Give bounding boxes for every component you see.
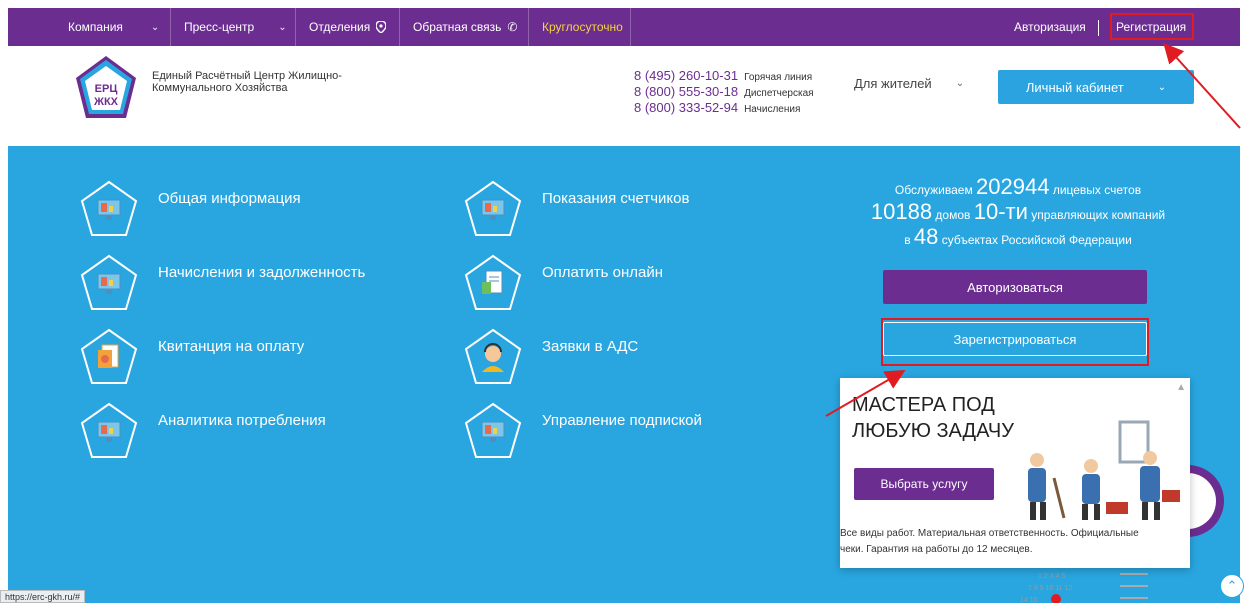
page: Компания ⌄ Пресс-центр ⌄ Отделения Обрат… bbox=[0, 0, 1244, 603]
stats-text: субъектах Российской Федерации bbox=[941, 233, 1132, 247]
nav-company[interactable]: Компания ⌄ bbox=[54, 8, 173, 46]
menu-item-pay-online[interactable]: Оплатить онлайн bbox=[464, 254, 663, 312]
document-icon bbox=[464, 254, 522, 310]
chevron-down-icon: ⌄ bbox=[955, 78, 965, 89]
org-name: Единый Расчётный Центр Жилищно-Коммуналь… bbox=[152, 70, 342, 94]
header: ЕРЦ ЖКХ Единый Расчётный Центр Жилищно-К… bbox=[8, 46, 1240, 146]
highlight-box bbox=[881, 318, 1149, 366]
stats-number: 202944 bbox=[976, 174, 1050, 199]
menu-item-label: Оплатить онлайн bbox=[542, 264, 664, 281]
phone-label: Горячая линия bbox=[744, 72, 813, 83]
phone-icon: ✆ bbox=[507, 20, 518, 34]
stats-text: управляющих компаний bbox=[1031, 208, 1166, 222]
phone-label: Начисления bbox=[744, 104, 801, 115]
ad-banner[interactable]: МАСТЕРА ПОД ЛЮБУЮ ЗАДАЧУ Выбрать услугу … bbox=[840, 378, 1190, 568]
menu-item-label: Аналитика потребления bbox=[158, 412, 326, 429]
nav-offices-label: Отделения bbox=[309, 20, 371, 34]
nav-login-label: Авторизация bbox=[1014, 20, 1086, 34]
nav-allday-label: Круглосуточно bbox=[542, 20, 623, 34]
monitor-chart-icon bbox=[80, 254, 138, 310]
svg-text:1 2 3 4 5: 1 2 3 4 5 bbox=[1038, 573, 1065, 580]
status-bar-url: https://erc-gkh.ru/# bbox=[0, 590, 86, 603]
stats-text: Обслуживаем bbox=[894, 183, 973, 197]
nav-offices[interactable]: Отделения bbox=[295, 8, 400, 46]
receipt-icon bbox=[80, 328, 138, 384]
residents-dropdown[interactable]: Для жителей ⌄ bbox=[854, 76, 964, 91]
phone-number[interactable]: 8 (800) 333-52-94 bbox=[634, 100, 738, 115]
nav-press-label: Пресс-центр bbox=[184, 20, 255, 34]
stats-text: домов bbox=[935, 208, 971, 222]
stats-text: в bbox=[904, 233, 911, 247]
svg-text:14 15: 14 15 bbox=[1020, 597, 1038, 603]
svg-text:ЕРЦ: ЕРЦ bbox=[95, 83, 118, 95]
phone-label: Диспетчерская bbox=[744, 88, 814, 99]
monitor-chart-icon bbox=[80, 180, 138, 236]
phone-number[interactable]: 8 (495) 260-10-31 bbox=[634, 68, 738, 83]
nav-allday[interactable]: Круглосуточно bbox=[528, 8, 637, 46]
menu-item-subscription[interactable]: Управление подпиской bbox=[464, 402, 702, 460]
menu-item-label: Начисления и задолженность bbox=[158, 264, 366, 281]
logo[interactable]: ЕРЦ ЖКХ bbox=[74, 54, 138, 124]
svg-text:7 8 9 10 11 12: 7 8 9 10 11 12 bbox=[1028, 585, 1072, 592]
phones: 8 (495) 260-10-31 Горячая линия 8 (800) … bbox=[634, 68, 814, 116]
menu-item-meters[interactable]: Показания счетчиков bbox=[464, 180, 689, 238]
phone-row: 8 (800) 555-30-18 Диспетчерская bbox=[634, 84, 814, 100]
nav-feedback[interactable]: Обратная связь ✆ bbox=[399, 8, 531, 46]
menu-item-label: Заявки в АДС bbox=[542, 338, 639, 355]
phone-number[interactable]: 8 (800) 555-30-18 bbox=[634, 84, 738, 99]
residents-label: Для жителей bbox=[854, 76, 932, 91]
nav-login[interactable]: Авторизация bbox=[1000, 8, 1100, 46]
location-pin-icon bbox=[376, 21, 387, 33]
nav-company-label: Компания bbox=[68, 20, 123, 34]
cabinet-button[interactable]: Личный кабинет ⌄ bbox=[998, 70, 1194, 104]
stats-number: 10188 bbox=[870, 199, 933, 224]
chevron-down-icon: ⌄ bbox=[1157, 81, 1167, 93]
highlight-box bbox=[1110, 13, 1194, 40]
menu-item-general[interactable]: Общая информация bbox=[80, 180, 301, 238]
phone-row: 8 (495) 260-10-31 Горячая линия bbox=[634, 68, 814, 84]
chevron-down-icon: ⌄ bbox=[150, 21, 160, 33]
monitor-chart-icon bbox=[464, 180, 522, 236]
operator-icon bbox=[464, 328, 522, 384]
stats-number: 10-ти bbox=[973, 199, 1028, 224]
main-panel: Общая информация Начисления и задолженно… bbox=[8, 146, 1240, 603]
stats-line-1: Обслуживаем 202944 лицевых счетов bbox=[868, 176, 1168, 201]
menu-item-label: Квитанция на оплату bbox=[158, 338, 305, 355]
calendar-icon: 1 2 3 4 5 7 8 9 10 11 12 14 15 bbox=[1020, 573, 1148, 603]
menu-item-ads-requests[interactable]: Заявки в АДС bbox=[464, 328, 638, 386]
stats-text: лицевых счетов bbox=[1052, 183, 1142, 197]
stats-line-3: в 48 субъектах Российской Федерации bbox=[868, 226, 1168, 251]
close-icon[interactable]: ▲ bbox=[1176, 382, 1186, 393]
svg-text:ЖКХ: ЖКХ bbox=[93, 96, 119, 108]
top-nav: Компания ⌄ Пресс-центр ⌄ Отделения Обрат… bbox=[8, 8, 1240, 46]
stats-line-2: 10188 домов 10-ти управляющих компаний bbox=[868, 201, 1168, 226]
workers-illustration bbox=[1028, 420, 1180, 520]
menu-item-label: Управление подпиской bbox=[542, 412, 702, 429]
menu-item-analytics[interactable]: Аналитика потребления bbox=[80, 402, 326, 460]
phone-row: 8 (800) 333-52-94 Начисления bbox=[634, 100, 814, 116]
scroll-top-button[interactable]: ⌃ bbox=[1220, 574, 1244, 598]
nav-press[interactable]: Пресс-центр ⌄ bbox=[170, 8, 301, 46]
menu-item-label: Общая информация bbox=[158, 190, 301, 207]
cabinet-label: Личный кабинет bbox=[1025, 79, 1124, 95]
monitor-chart-icon bbox=[464, 402, 522, 458]
nav-feedback-label: Обратная связь bbox=[413, 20, 502, 34]
stats: Обслуживаем 202944 лицевых счетов 10188 … bbox=[868, 176, 1168, 251]
monitor-chart-icon bbox=[80, 402, 138, 458]
chevron-up-icon: ⌃ bbox=[1226, 578, 1238, 593]
authorize-button[interactable]: Авторизоваться bbox=[883, 270, 1147, 304]
choose-service-button[interactable]: Выбрать услугу bbox=[854, 468, 994, 500]
menu-item-charges[interactable]: Начисления и задолженность bbox=[80, 254, 365, 312]
ad-text: Все виды работ. Материальная ответственн… bbox=[840, 528, 1139, 555]
nav-divider bbox=[1098, 20, 1099, 36]
menu-item-label: Показания счетчиков bbox=[542, 190, 690, 207]
stats-number: 48 bbox=[913, 224, 939, 249]
menu-item-receipt[interactable]: Квитанция на оплату bbox=[80, 328, 304, 386]
chevron-down-icon: ⌄ bbox=[278, 21, 287, 33]
